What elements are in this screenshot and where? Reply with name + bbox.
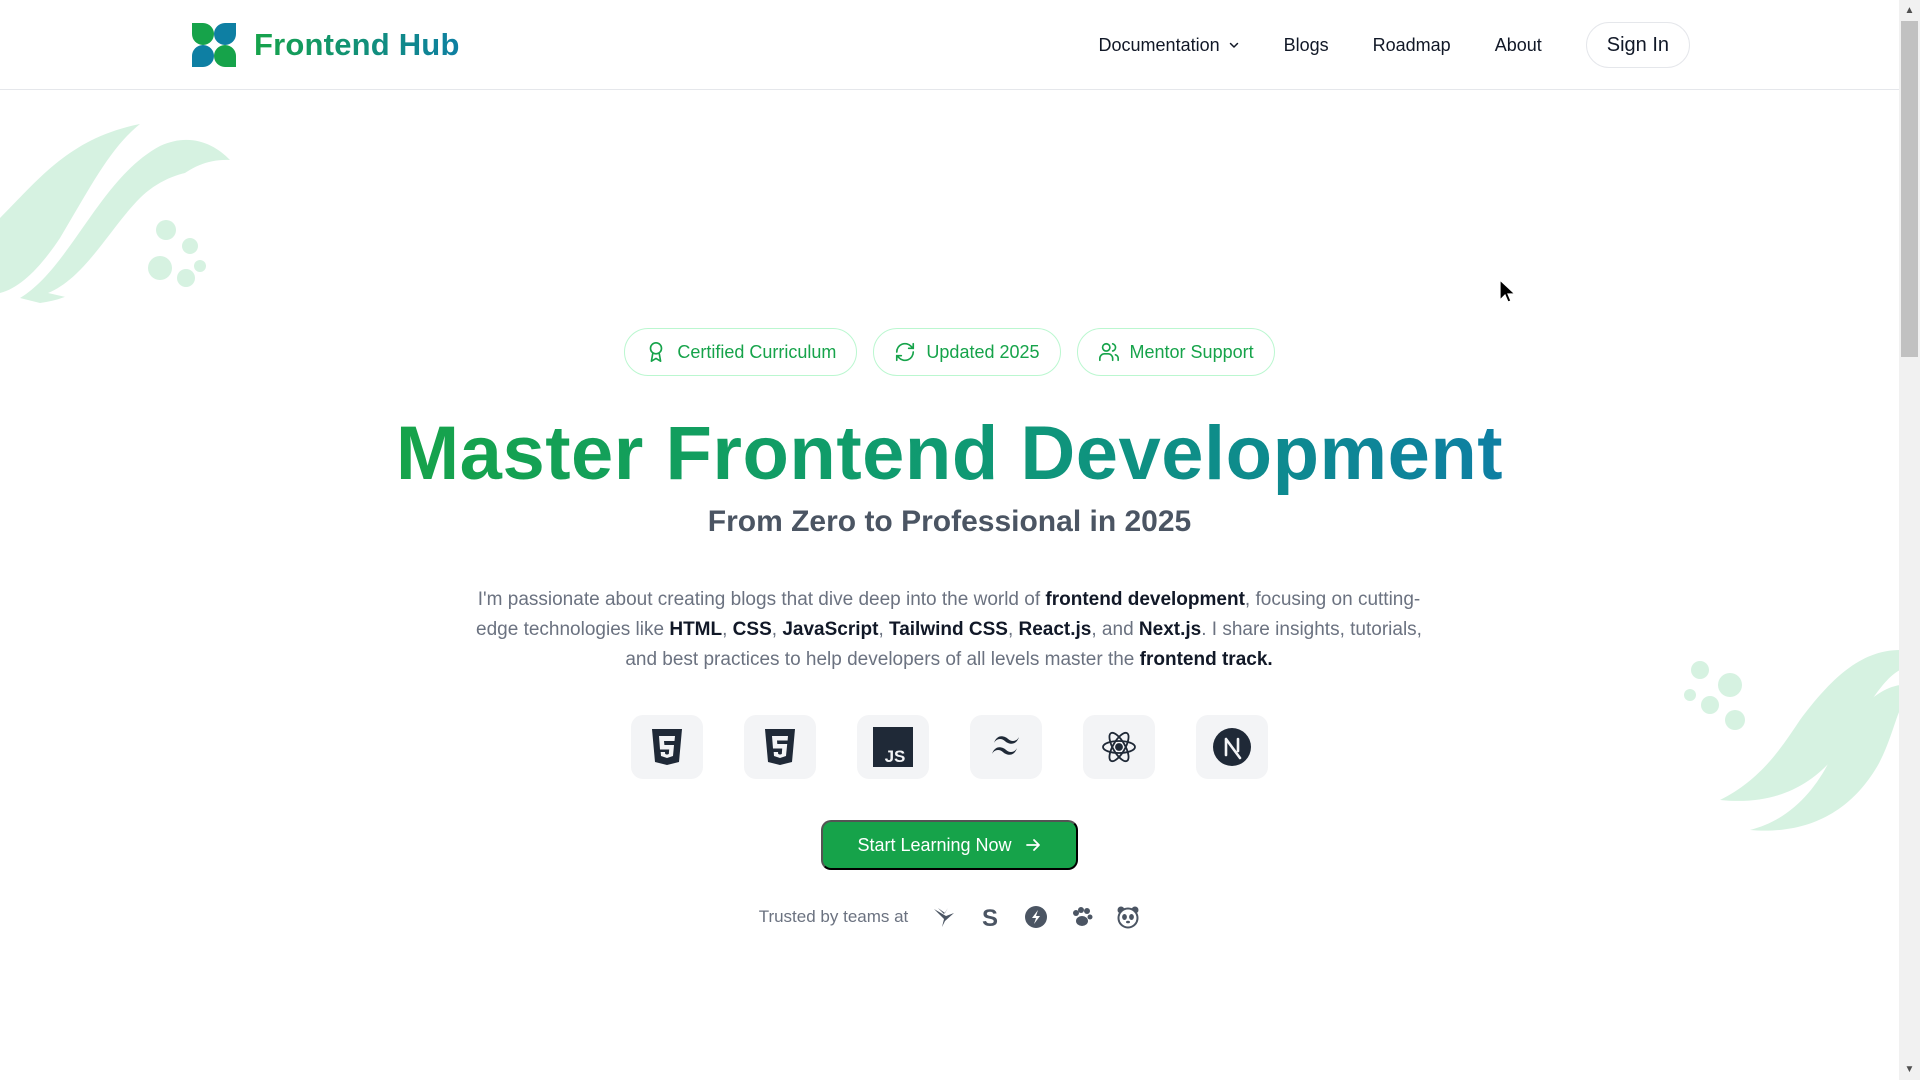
- bird-logo-icon: [934, 908, 955, 927]
- nav-blogs[interactable]: Blogs: [1284, 35, 1329, 56]
- nav-roadmap[interactable]: Roadmap: [1373, 35, 1451, 56]
- hero-description: I'm passionate about creating blogs that…: [470, 585, 1428, 675]
- nav-blogs-label: Blogs: [1283, 34, 1329, 55]
- feature-badges: Certified Curriculum Updated 2025 Mentor…: [0, 328, 1899, 376]
- tech-nextjs[interactable]: [1196, 715, 1268, 779]
- nav-about-label: About: [1494, 34, 1542, 55]
- desc-emphasis: HTML: [669, 619, 723, 640]
- javascript-icon: JS: [873, 727, 913, 767]
- arrow-right-icon: [1025, 839, 1040, 851]
- trusted-by-label: Trusted by teams at: [758, 907, 909, 926]
- nav-documentation[interactable]: Documentation: [1099, 35, 1240, 56]
- page: Frontend Hub Documentation Blogs Roadmap…: [0, 0, 1920, 1080]
- badge-label: Updated 2025: [926, 341, 1040, 362]
- desc-text: , and: [1091, 619, 1139, 640]
- badge-updated-2025: Updated 2025: [873, 328, 1061, 376]
- desc-emphasis: Next.js: [1138, 619, 1202, 640]
- desc-text: ,: [722, 619, 733, 640]
- refresh-icon: [896, 342, 915, 362]
- svg-text:S: S: [982, 905, 998, 929]
- desc-text: I'm passionate about creating blogs that…: [477, 589, 1046, 610]
- clover-logo-icon: [192, 23, 236, 67]
- scroll-up-arrow-icon[interactable]: ▲: [1899, 0, 1920, 21]
- s-logo-icon: S: [982, 905, 998, 929]
- badge-label: Mentor Support: [1129, 341, 1254, 362]
- svg-text:JS: JS: [885, 747, 906, 766]
- tech-react[interactable]: [1083, 715, 1155, 779]
- bolt-logo-icon: [1025, 906, 1048, 928]
- award-icon: [650, 342, 663, 362]
- nextjs-icon: [1213, 728, 1251, 766]
- tech-stack-icons: JS: [0, 715, 1899, 779]
- brand-logo-link[interactable]: Frontend Hub: [190, 21, 460, 69]
- hero-title: Master Frontend Development: [0, 410, 1899, 497]
- tech-html5[interactable]: [631, 715, 703, 779]
- hero-subtitle: From Zero to Professional in 2025: [707, 505, 1192, 538]
- mouse-cursor-icon: [1499, 278, 1517, 303]
- badge-certified-curriculum: Certified Curriculum: [624, 328, 858, 376]
- start-learning-button[interactable]: Start Learning Now: [821, 820, 1078, 870]
- desc-emphasis: JavaScript: [782, 619, 879, 640]
- react-icon: [1102, 731, 1136, 763]
- desc-emphasis: frontend track.: [1139, 649, 1273, 670]
- badge-label: Certified Curriculum: [677, 341, 837, 362]
- tailwind-icon: [992, 736, 1019, 755]
- desc-emphasis: frontend development: [1045, 589, 1245, 610]
- css3-icon: [765, 729, 795, 765]
- start-learning-label: Start Learning Now: [857, 834, 1012, 855]
- sign-in-button[interactable]: Sign In: [1585, 22, 1690, 68]
- nav-roadmap-label: Roadmap: [1372, 34, 1451, 55]
- main-nav: Documentation Blogs Roadmap About Sign I…: [1099, 22, 1690, 68]
- trusted-by-row: Trusted by teams at S: [0, 905, 1899, 929]
- scrollbar-thumb[interactable]: [1901, 21, 1918, 357]
- nav-documentation-label: Documentation: [1098, 34, 1220, 55]
- scroll-down-arrow-icon[interactable]: ▼: [1899, 1059, 1920, 1080]
- desc-text: ,: [1007, 619, 1019, 640]
- nav-about[interactable]: About: [1495, 35, 1542, 56]
- desc-emphasis: Tailwind CSS: [889, 619, 1008, 640]
- chevron-down-icon: [1229, 42, 1238, 48]
- tech-tailwind[interactable]: [970, 715, 1042, 779]
- desc-emphasis: CSS: [732, 619, 772, 640]
- page-scrollbar[interactable]: ▲ ▼: [1899, 0, 1920, 1080]
- wave-decoration-left: [0, 124, 230, 303]
- desc-emphasis: React.js: [1018, 619, 1092, 640]
- desc-text: ,: [771, 619, 783, 640]
- users-icon: [1098, 342, 1119, 362]
- tech-css3[interactable]: [744, 715, 816, 779]
- brand-name: Frontend Hub: [254, 27, 460, 62]
- panda-logo-icon: [1117, 906, 1139, 929]
- paw-logo-icon: [1073, 907, 1093, 926]
- site-header: Frontend Hub Documentation Blogs Roadmap…: [0, 0, 1899, 90]
- html5-icon: [652, 729, 682, 765]
- desc-text: ,: [878, 619, 889, 640]
- badge-mentor-support: Mentor Support: [1076, 328, 1275, 376]
- tech-javascript[interactable]: JS: [857, 715, 929, 779]
- hero-title-text: Master Frontend Development: [395, 411, 1504, 496]
